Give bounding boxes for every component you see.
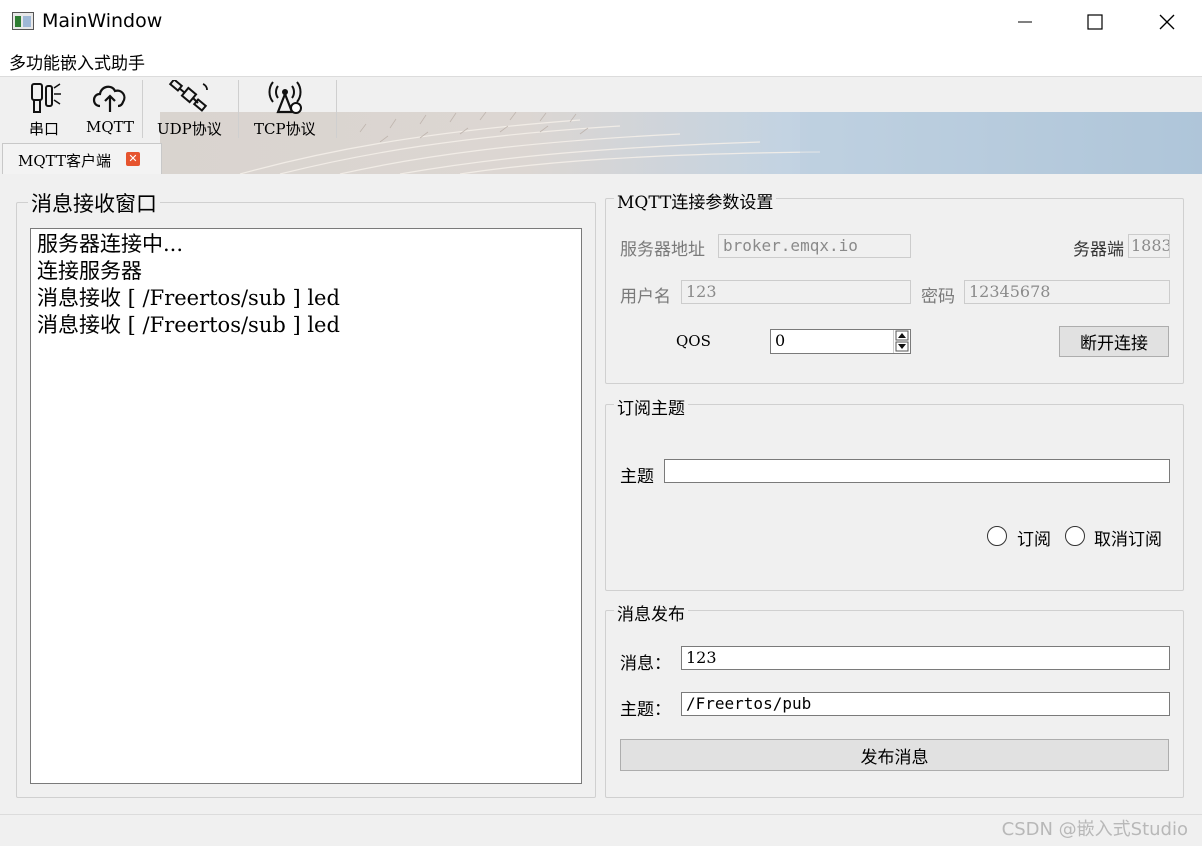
maximize-button[interactable]	[1060, 0, 1130, 44]
publish-topic-input[interactable]: /Freertos/pub	[681, 692, 1170, 716]
port-field[interactable]: 1883	[1128, 234, 1170, 258]
toolbar-separator	[238, 80, 239, 138]
unsubscribe-radio-label: 取消订阅	[1094, 530, 1162, 550]
spin-arrows-icon	[895, 330, 909, 352]
receive-line: 服务器连接中...	[37, 232, 184, 256]
subscribe-group	[605, 404, 1184, 591]
publish-topic-label: 主题：	[620, 700, 671, 720]
tab-close-icon[interactable]: ✕	[126, 152, 140, 166]
satellite-icon	[169, 80, 209, 112]
subscribe-radio[interactable]	[987, 526, 1007, 546]
qos-label: QOS	[676, 332, 711, 350]
menu-bar	[0, 44, 1202, 76]
password-field[interactable]: 12345678	[964, 280, 1170, 304]
receive-line: 消息接收 [ /Freertos/sub ] led	[37, 286, 340, 310]
subscribe-topic-input[interactable]	[664, 459, 1170, 483]
publish-button[interactable]: 发布消息	[620, 739, 1169, 771]
qos-stepper[interactable]	[893, 330, 910, 353]
toolbar-separator	[142, 80, 143, 138]
menu-app-title[interactable]: 多功能嵌入式助手	[9, 49, 145, 74]
toolbar-tcp-button[interactable]: TCP协议	[254, 80, 316, 139]
receive-line: 连接服务器	[37, 259, 142, 283]
username-label: 用户名	[620, 287, 671, 307]
receive-line: 消息接收 [ /Freertos/sub ] led	[37, 313, 340, 337]
watermark: CSDN @嵌入式Studio	[1001, 819, 1188, 840]
receive-text-area[interactable]: 服务器连接中... 连接服务器 消息接收 [ /Freertos/sub ] l…	[30, 228, 582, 784]
toolbar-tcp-label: TCP协议	[254, 120, 316, 138]
username-field[interactable]: 123	[681, 280, 911, 304]
window-title: MainWindow	[42, 10, 163, 32]
publish-group-title: 消息发布	[614, 600, 688, 625]
toolbar-serial-button[interactable]: 串口	[24, 80, 64, 139]
subscribe-group-title: 订阅主题	[614, 394, 688, 419]
toolbar-mqtt-label: MQTT	[86, 118, 134, 136]
close-icon	[1159, 14, 1175, 30]
app-icon	[12, 12, 34, 30]
unsubscribe-radio[interactable]	[1065, 526, 1085, 546]
toolbar-mqtt-button[interactable]: MQTT	[86, 80, 134, 136]
tab-mqtt-client-label: MQTT客户端	[18, 152, 111, 170]
password-label: 密码	[921, 287, 955, 307]
toolbar-serial-label: 串口	[28, 120, 59, 138]
qos-spinbox[interactable]: 0	[770, 329, 911, 354]
connection-group-title: MQTT连接参数设置	[614, 188, 777, 213]
minimize-icon	[1018, 21, 1032, 23]
usb-serial-icon	[31, 83, 61, 113]
minimize-button[interactable]	[990, 0, 1060, 44]
qos-value: 0	[775, 331, 786, 350]
subscribe-radio-label: 订阅	[1017, 530, 1051, 550]
toolbar-udp-button[interactable]: UDP协议	[157, 80, 222, 139]
server-address-field[interactable]: broker.emqx.io	[718, 234, 911, 258]
maximize-icon	[1087, 14, 1103, 30]
cloud-upload-icon	[92, 85, 126, 112]
publish-message-label: 消息：	[620, 654, 671, 674]
close-window-button[interactable]	[1132, 0, 1202, 44]
receive-group-title: 消息接收窗口	[28, 188, 160, 218]
toolbar-udp-label: UDP协议	[157, 120, 222, 138]
port-label: 务器端	[1073, 240, 1124, 260]
server-address-label: 服务器地址	[620, 240, 705, 260]
disconnect-button[interactable]: 断开连接	[1059, 326, 1169, 357]
subscribe-topic-label: 主题	[620, 467, 654, 487]
banner-image	[160, 112, 1202, 174]
publish-message-input[interactable]: 123	[681, 646, 1170, 670]
toolbar-separator	[336, 80, 337, 138]
wireless-tower-icon	[268, 81, 302, 114]
